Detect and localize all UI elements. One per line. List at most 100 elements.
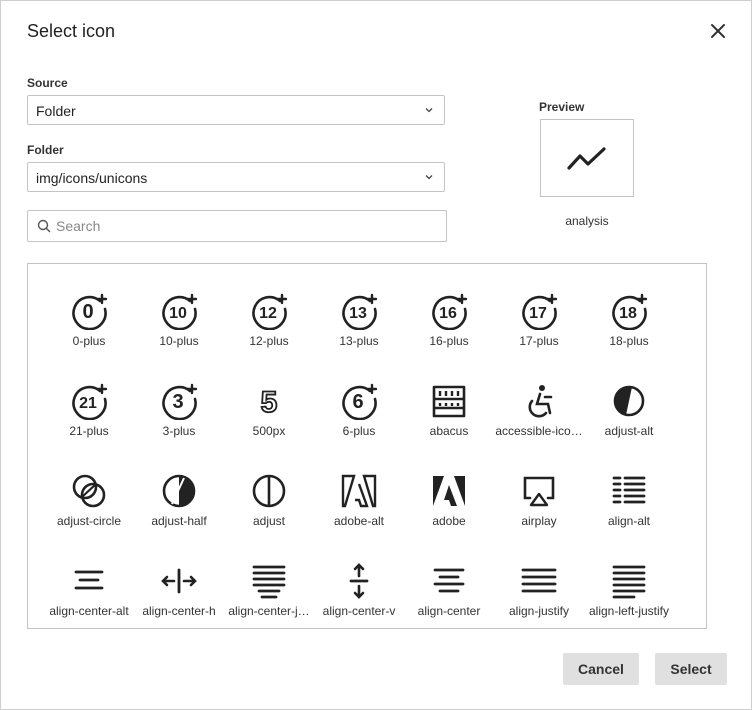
align-center-icon [433,568,465,593]
adjust-circle-icon [72,474,106,508]
folder-select[interactable]: img/icons/unicons [27,162,445,192]
icon-caption: adjust [252,514,286,528]
svg-text:5: 5 [261,386,278,419]
icon-caption: 12-plus [249,334,289,348]
align-center-v-icon [349,563,369,599]
svg-text:13: 13 [349,305,367,322]
icon-caption: align-center-h [142,604,216,618]
svg-text:3: 3 [172,391,183,413]
svg-text:18: 18 [619,305,637,322]
icon-caption: airplay [521,514,557,528]
icon-caption: abacus [429,424,469,438]
icon-tile-21-plus[interactable]: 21 21-plus [44,364,134,454]
icon-tile-align-center[interactable]: align-center [404,544,494,634]
folder-value: img/icons/unicons [36,170,148,186]
icon-tile-10-plus[interactable]: 10 10-plus [134,274,224,364]
icon-caption: align-center-j… [228,604,310,618]
icon-tile-accessible-icon[interactable]: accessible-ico… [494,364,584,454]
icon-caption: 6-plus [342,424,376,438]
search-box [27,210,447,242]
align-justify-icon [521,568,557,593]
10-plus-icon: 10 [162,293,198,330]
icon-caption: adobe-alt [333,514,385,528]
align-center-h-icon [161,568,197,594]
adjust-icon [252,474,286,508]
search-input[interactable] [56,215,436,237]
airplay-icon [523,476,555,507]
icon-caption: 16-plus [429,334,469,348]
chevron-down-icon [425,108,433,113]
align-center-alt-icon [74,570,104,590]
0-plus-icon: 0 [72,293,108,330]
icon-tile-16-plus[interactable]: 16 16-plus [404,274,494,364]
21-plus-icon: 21 [72,383,108,420]
icon-tile-adobe-alt[interactable]: adobe-alt [314,454,404,544]
icon-tile-abacus[interactable]: abacus [404,364,494,454]
icon-tile-12-plus[interactable]: 12 12-plus [224,274,314,364]
icon-tile-airplay[interactable]: airplay [494,454,584,544]
close-icon[interactable] [707,20,729,42]
svg-text:16: 16 [439,305,457,322]
icon-tile-18-plus[interactable]: 18 18-plus [584,274,674,364]
icon-tile-3-plus[interactable]: 3 3-plus [134,364,224,454]
abacus-icon [432,385,466,418]
18-plus-icon: 18 [612,293,648,330]
cancel-button[interactable]: Cancel [563,653,639,685]
icon-tile-500px[interactable]: 5 500px [224,364,314,454]
icon-caption: 0-plus [72,334,106,348]
500px-icon: 5 [260,385,278,420]
svg-text:17: 17 [529,305,547,322]
icon-caption: adjust-half [151,514,207,528]
icon-caption: 500px [252,424,286,438]
icon-tile-adjust-circle[interactable]: adjust-circle [44,454,134,544]
icon-caption: align-center-v [322,604,396,618]
icon-tile-13-plus[interactable]: 13 13-plus [314,274,404,364]
icon-tile-adjust[interactable]: adjust [224,454,314,544]
preview-label: Preview [539,100,585,114]
icon-tile-align-center-h[interactable]: align-center-h [134,544,224,634]
adobe-icon [433,476,465,506]
17-plus-icon: 17 [522,293,558,330]
icon-tile-0-plus[interactable]: 0 0-plus [44,274,134,364]
align-center-justify-icon [252,565,286,599]
icon-tile-adjust-half[interactable]: adjust-half [134,454,224,544]
align-left-justify-icon [612,565,646,599]
icon-caption: adjust-circle [56,514,122,528]
select-button[interactable]: Select [655,653,727,685]
icon-tile-align-center-alt[interactable]: align-center-alt [44,544,134,634]
accessible-icon-icon [528,385,553,418]
svg-text:6: 6 [352,391,363,413]
source-label: Source [27,76,68,90]
12-plus-icon: 12 [252,293,288,330]
3-plus-icon: 3 [162,383,198,420]
icon-grid: 0 0-plus 10 10-plus 12 12-plus 13 13-plus 16 16-p… [27,263,707,629]
preview-box [540,119,634,197]
adjust-half-icon [162,474,196,508]
icon-caption: 10-plus [159,334,199,348]
search-icon [37,219,51,233]
icon-caption: 3-plus [162,424,196,438]
folder-label: Folder [27,143,64,157]
icon-tile-align-left-justify[interactable]: align-left-justify [584,544,674,634]
svg-text:0: 0 [82,301,93,323]
icon-tile-align-center-justify[interactable]: align-center-j… [224,544,314,634]
icon-tile-align-alt[interactable]: align-alt [584,454,674,544]
svg-text:12: 12 [259,305,277,322]
icon-tile-align-justify[interactable]: align-justify [494,544,584,634]
icon-caption: 13-plus [339,334,379,348]
svg-text:21: 21 [79,395,97,412]
align-alt-icon [612,476,646,504]
adobe-alt-icon [341,474,377,508]
svg-text:10: 10 [169,305,187,322]
icon-caption: 18-plus [609,334,649,348]
icon-tile-adjust-alt[interactable]: adjust-alt [584,364,674,454]
icon-tile-17-plus[interactable]: 17 17-plus [494,274,584,364]
icon-caption: adjust-alt [604,424,654,438]
icon-caption: align-center-alt [49,604,129,618]
source-select[interactable]: Folder [27,95,445,125]
icon-tile-6-plus[interactable]: 6 6-plus [314,364,404,454]
adjust-alt-icon [613,385,645,417]
analysis-icon [567,147,606,170]
icon-tile-align-center-v[interactable]: align-center-v [314,544,404,634]
icon-tile-adobe[interactable]: adobe [404,454,494,544]
